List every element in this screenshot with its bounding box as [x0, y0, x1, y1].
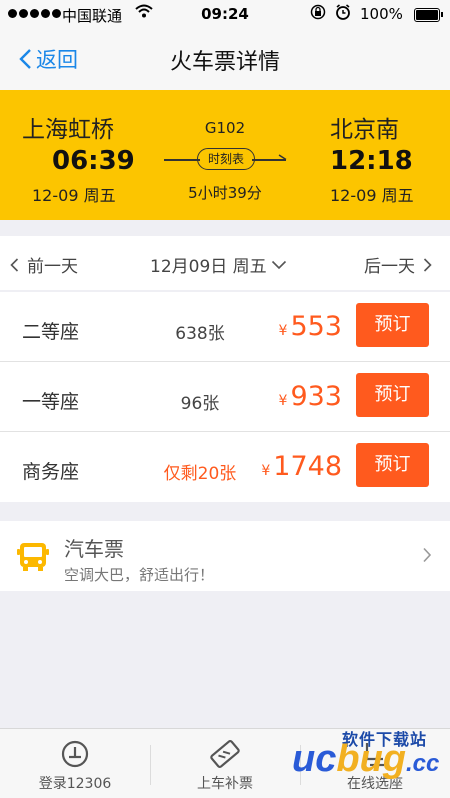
page-title: 火车票详情 [169, 50, 280, 75]
arrival-station: 北京南 [330, 117, 399, 143]
watermark-logo-mid: bug [336, 738, 406, 780]
seat-list: 二等座 638张 ¥553 预订 一等座 96张 ¥933 预订 商务座 仅剩2… [0, 292, 450, 502]
bus-ticket-card[interactable]: 汽车票 空调大巴，舒适出行！ [0, 521, 450, 591]
seat-price: ¥553 [279, 311, 342, 342]
rotation-lock-icon [310, 4, 326, 24]
seat-price: ¥933 [279, 381, 342, 412]
date-picker-button[interactable]: 12月09日 周五 [150, 252, 287, 277]
date-selector: 前一天 12月09日 周五 后一天 [0, 236, 450, 290]
chevron-down-icon [271, 260, 286, 269]
bus-icon [16, 540, 50, 578]
departure-date: 12-09 周五 [32, 186, 116, 205]
tab-on-board-ticket[interactable]: 上车补票 [150, 729, 300, 798]
previous-day-label: 前一天 [27, 257, 78, 277]
price-value: 933 [290, 381, 342, 412]
next-day-button[interactable]: 后一天 [364, 252, 432, 277]
seat-availability: 638张 [175, 324, 225, 344]
book-button[interactable]: 预订 [356, 303, 429, 347]
alarm-icon [335, 4, 351, 24]
tab-login-12306[interactable]: 登录12306 [0, 729, 150, 798]
seat-row-second-class: 二等座 638张 ¥553 预订 [0, 292, 450, 362]
watermark-logo-prefix: uc [292, 738, 337, 780]
seat-row-first-class: 一等座 96张 ¥933 预订 [0, 362, 450, 432]
seat-price: ¥1748 [261, 451, 342, 482]
train-summary: 上海虹桥 06:39 12-09 周五 G102 时刻表 5小时39分 北京南 … [0, 90, 450, 220]
ticket-icon [206, 737, 244, 775]
chevron-right-icon [422, 547, 432, 567]
seat-row-business-class: 商务座 仅剩20张 ¥1748 预订 [0, 432, 450, 502]
departure-time: 06:39 [52, 146, 135, 176]
currency-symbol: ¥ [261, 463, 271, 479]
watermark-logo: ucbug.cc [292, 738, 439, 781]
login-icon [56, 737, 94, 775]
route-line [164, 159, 200, 161]
currency-symbol: ¥ [278, 393, 288, 409]
battery-percent: 100% [360, 5, 403, 23]
tab-label: 上车补票 [197, 776, 253, 792]
arrow-right-icon [278, 154, 288, 167]
nav-bar: 返回 火车票详情 [0, 30, 450, 90]
status-bar: 中国联通 09:24 100% [0, 0, 450, 30]
book-button[interactable]: 预订 [356, 373, 429, 417]
price-value: 553 [290, 311, 342, 342]
chevron-right-icon [423, 257, 432, 272]
tab-label: 登录12306 [38, 776, 112, 792]
bus-ticket-subtitle: 空调大巴，舒适出行！ [64, 566, 215, 584]
travel-duration: 5小时39分 [188, 184, 262, 202]
arrival-date: 12-09 周五 [330, 186, 414, 205]
bus-ticket-title: 汽车票 [64, 537, 124, 561]
site-watermark: 软件下载站 ucbug.cc [286, 718, 450, 798]
arrival-time: 12:18 [330, 146, 413, 176]
chevron-left-icon [10, 257, 19, 272]
seat-class-name: 一等座 [22, 391, 80, 413]
current-date: 12月09日 周五 [150, 257, 267, 277]
seat-class-name: 二等座 [22, 321, 80, 343]
previous-day-button[interactable]: 前一天 [10, 252, 78, 277]
schedule-button[interactable]: 时刻表 [197, 148, 255, 170]
battery-icon [414, 8, 443, 22]
currency-symbol: ¥ [278, 323, 288, 339]
book-button[interactable]: 预订 [356, 443, 429, 487]
train-number: G102 [204, 119, 246, 137]
seat-class-name: 商务座 [22, 461, 80, 483]
seat-availability: 仅剩20张 [163, 464, 237, 484]
seat-availability: 96张 [180, 394, 220, 414]
departure-station: 上海虹桥 [22, 117, 114, 143]
watermark-logo-suffix: .cc [406, 750, 440, 777]
price-value: 1748 [273, 451, 342, 482]
next-day-label: 后一天 [364, 257, 415, 277]
